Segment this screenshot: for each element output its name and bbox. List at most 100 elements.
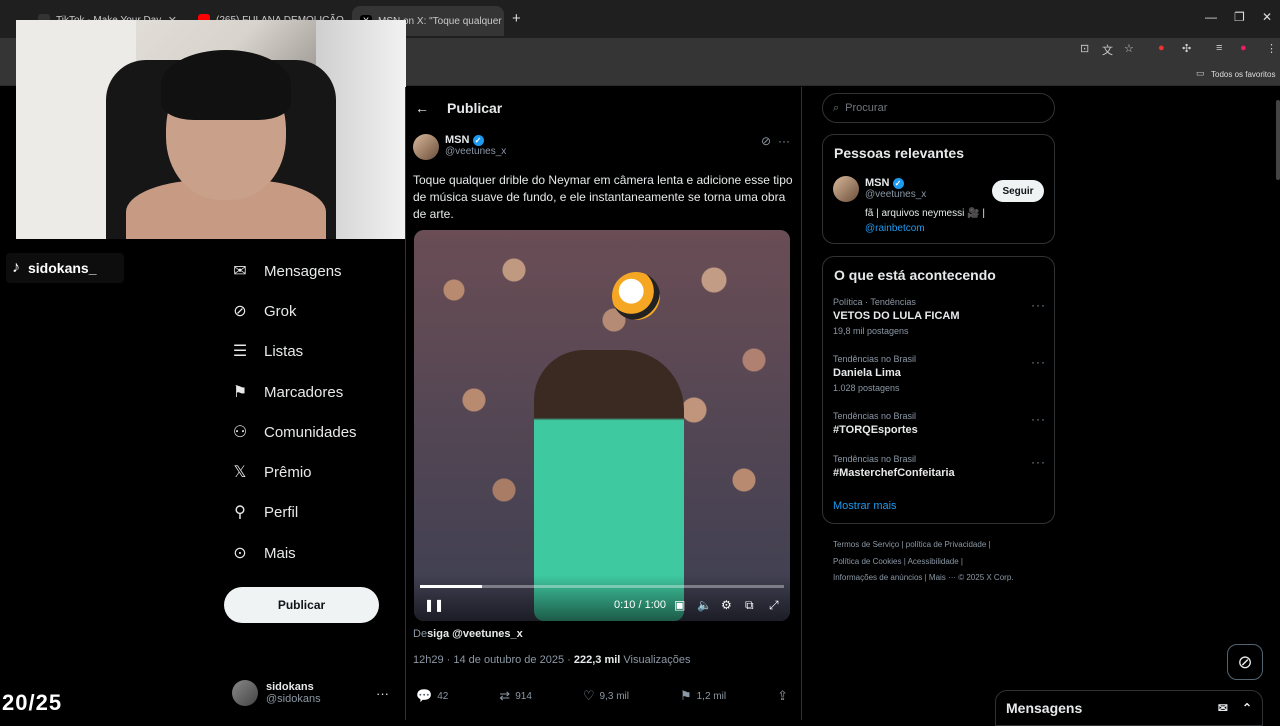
close-window-icon[interactable]: ✕	[1262, 10, 1272, 24]
follow-prefix: De	[413, 628, 428, 640]
grok-float-button[interactable]: ⊘	[1227, 644, 1263, 680]
repost-count: 914	[515, 690, 532, 702]
relevant-user-name[interactable]: MSN	[865, 177, 889, 189]
account-more-icon[interactable]: ···	[376, 686, 389, 701]
translate-icon[interactable]: 文	[1102, 42, 1113, 58]
footer-links[interactable]: Política de Cookies | Acessibilidade |	[833, 557, 963, 566]
avatar	[232, 680, 258, 706]
video-player[interactable]: ❚❚ 0:10 / 1:00 ▣ 🔈 ⚙ ⧉ ⤢	[414, 230, 790, 621]
like-button[interactable]: ♡ 9,3 mil	[583, 688, 629, 704]
author-name[interactable]: MSN	[445, 134, 469, 146]
volume-icon[interactable]: 🔈	[697, 598, 712, 612]
footer-links[interactable]: Informações de anúncios | Mais ··· © 202…	[833, 573, 1014, 582]
nav-item-mais[interactable]: ⊙ Mais	[230, 543, 296, 563]
tiktok-handle-badge: ♪ sidokans_	[6, 253, 124, 283]
install-icon[interactable]: ⊡	[1080, 42, 1089, 55]
relevant-user-handle[interactable]: @veetunes_x	[865, 189, 926, 200]
trend-more-icon[interactable]: ···	[1031, 355, 1046, 369]
nav-label: Comunidades	[264, 423, 357, 441]
star-icon[interactable]: ☆	[1124, 42, 1134, 55]
bookmark-button[interactable]: ⚑ 1,2 mil	[680, 688, 726, 704]
new-message-icon[interactable]: ✉	[1218, 701, 1228, 715]
nav-item-comunidades[interactable]: ⚇ Comunidades	[230, 422, 357, 442]
scrollbar[interactable]	[1276, 100, 1280, 180]
relevant-user-avatar[interactable]	[833, 176, 859, 202]
bookmark-icon: ⚑	[679, 688, 692, 703]
trend-title: #MasterchefConfeitaria	[833, 467, 955, 479]
author-handle[interactable]: @veetunes_x	[445, 146, 506, 157]
relevant-user-bio: fã | arquivos neymessi 🎥 |	[865, 208, 985, 219]
nav-item-premio[interactable]: 𝕏 Prêmio	[230, 462, 312, 482]
reply-count: 42	[437, 690, 449, 702]
search-placeholder: Procurar	[845, 102, 888, 114]
nav-item-perfil[interactable]: ⚲ Perfil	[230, 502, 298, 522]
post-author[interactable]: MSN ✓ @veetunes_x	[413, 134, 506, 160]
all-bookmarks-label[interactable]: Todos os favoritos	[1211, 70, 1275, 79]
pause-icon[interactable]: ❚❚	[424, 598, 444, 612]
folder-icon: ▭	[1196, 68, 1205, 78]
trend-more-icon[interactable]: ···	[1031, 455, 1046, 469]
show-more-link[interactable]: Mostrar mais	[833, 500, 897, 512]
trend-item[interactable]: Tendências no Brasil #MasterchefConfeita…	[833, 454, 955, 483]
post-more-icon[interactable]: ···	[778, 134, 790, 148]
nav-item-listas[interactable]: ☰ Listas	[230, 341, 303, 361]
fullscreen-icon[interactable]: ⤢	[769, 598, 779, 613]
relevant-user[interactable]: MSN ✓ @veetunes_x	[865, 177, 926, 200]
nav-label: Mais	[264, 544, 296, 562]
repost-button[interactable]: ⇄ 914	[499, 688, 532, 704]
extension-red-icon[interactable]: ●	[1158, 42, 1165, 54]
trend-item[interactable]: Política · Tendências VETOS DO LULA FICA…	[833, 297, 960, 336]
settings-icon[interactable]: ⚙	[721, 598, 732, 612]
nav-item-grok[interactable]: ⊘ Grok	[230, 301, 296, 321]
trend-item[interactable]: Tendências no Brasil #TORQEsportes	[833, 411, 918, 440]
search-icon: ⌕	[833, 101, 840, 114]
author-avatar[interactable]	[413, 134, 439, 160]
minimize-icon[interactable]: —	[1205, 10, 1217, 24]
post-actions: 💬 42 ⇄ 914 ♡ 9,3 mil ⚑ 1,2 mil ⇪	[416, 688, 788, 704]
trend-more-icon[interactable]: ···	[1031, 298, 1046, 312]
menu-icon[interactable]: ⋮	[1266, 42, 1277, 55]
restore-icon[interactable]: ❐	[1234, 10, 1245, 24]
nav-label: Listas	[264, 342, 304, 360]
nav-label: Marcadores	[264, 383, 344, 401]
nav-item-marcadores[interactable]: ⚑ Marcadores	[230, 382, 343, 402]
extensions-icon[interactable]: ✣	[1182, 42, 1191, 55]
page-title: Publicar	[447, 100, 503, 116]
relevant-user-link[interactable]: @rainbetcom	[865, 223, 925, 234]
follow-link[interactable]: siga @veetunes_x	[427, 628, 523, 640]
tiktok-logo-icon: ♪	[12, 259, 20, 276]
share-button[interactable]: ⇪	[777, 688, 788, 704]
trend-more-icon[interactable]: ···	[1031, 412, 1046, 426]
trend-context: Tendências no Brasil	[833, 354, 917, 364]
post-text: Toque qualquer drible do Neymar em câmer…	[413, 173, 793, 221]
nav-item-mensagens[interactable]: ✉ Mensagens	[230, 261, 341, 281]
messages-drawer[interactable]: Mensagens ✉ ⌃	[995, 690, 1263, 726]
follow-button[interactable]: Seguir	[992, 180, 1044, 202]
footer-links[interactable]: Termos de Serviço | política de Privacid…	[833, 540, 991, 549]
tiktok-handle: sidokans_	[28, 260, 97, 276]
pip-icon[interactable]: ⧉	[745, 598, 754, 613]
grok-icon: ⊘	[1237, 651, 1253, 672]
new-tab-icon[interactable]: +	[512, 10, 521, 27]
captions-icon[interactable]: ▣	[674, 598, 685, 612]
stream-counter: 20/25	[2, 690, 63, 715]
back-arrow-icon[interactable]: ←	[415, 100, 429, 116]
trend-title: Daniela Lima	[833, 367, 901, 379]
trend-context: Tendências no Brasil	[833, 454, 917, 464]
grok-explain-icon[interactable]: ⊘	[761, 134, 771, 148]
profile-avatar-icon[interactable]: ●	[1240, 42, 1247, 54]
trend-item[interactable]: Tendências no Brasil Daniela Lima 1.028 …	[833, 354, 916, 393]
account-switcher[interactable]: sidokans @sidokans	[232, 680, 321, 706]
more-icon: ⊙	[233, 545, 247, 562]
search-input[interactable]: ⌕ Procurar	[822, 93, 1055, 123]
post-timestamp[interactable]: 12h29 · 14 de outubro de 2025 ·	[413, 654, 574, 666]
video-progress-bar[interactable]	[420, 585, 784, 588]
reply-button[interactable]: 💬 42	[416, 688, 448, 704]
trend-title: VETOS DO LULA FICAM	[833, 310, 960, 322]
video-time: 0:10 / 1:00	[614, 599, 666, 611]
publish-button[interactable]: Publicar	[224, 587, 379, 623]
media-icon[interactable]: ≡	[1216, 42, 1222, 54]
account-name: sidokans	[266, 681, 314, 693]
expand-icon[interactable]: ⌃	[1242, 701, 1252, 715]
nav-label: Perfil	[264, 503, 299, 521]
